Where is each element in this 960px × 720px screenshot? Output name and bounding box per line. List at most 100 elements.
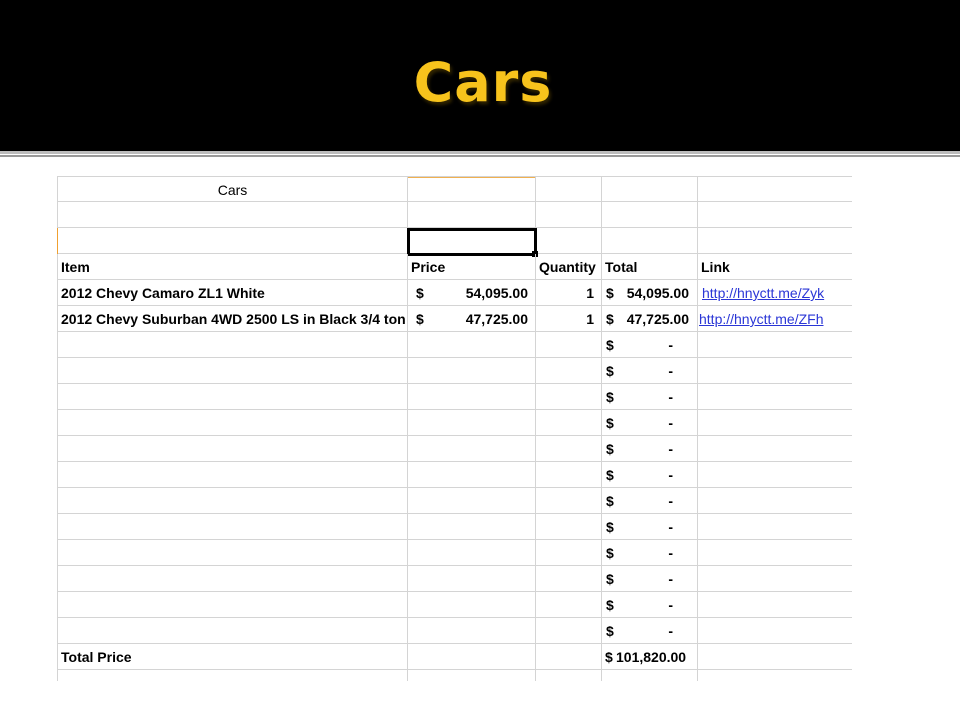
cell[interactable] — [602, 176, 698, 202]
cell[interactable] — [57, 592, 408, 618]
cell[interactable] — [408, 670, 536, 681]
cell[interactable] — [408, 514, 536, 540]
cell[interactable] — [602, 670, 698, 681]
quantity-cell[interactable]: 1 — [536, 280, 602, 306]
cell[interactable] — [57, 488, 408, 514]
total-cell[interactable]: $ - — [602, 462, 698, 488]
cell[interactable] — [698, 202, 852, 228]
cell[interactable] — [536, 462, 602, 488]
cell[interactable] — [698, 566, 852, 592]
header-item[interactable]: Item — [57, 254, 408, 280]
cell[interactable] — [408, 384, 536, 410]
cell[interactable] — [536, 514, 602, 540]
total-cell[interactable]: $ - — [602, 540, 698, 566]
total-cell[interactable]: $ - — [602, 410, 698, 436]
cell[interactable] — [408, 176, 536, 202]
cell[interactable] — [408, 488, 536, 514]
cell[interactable] — [536, 332, 602, 358]
cell[interactable] — [57, 228, 408, 254]
cell[interactable] — [57, 540, 408, 566]
cell[interactable] — [408, 332, 536, 358]
cell[interactable] — [57, 618, 408, 644]
quantity-cell[interactable]: 1 — [536, 306, 602, 332]
header-price[interactable]: Price — [408, 254, 536, 280]
cell[interactable] — [408, 462, 536, 488]
cell[interactable] — [57, 462, 408, 488]
item-name[interactable]: 2012 Chevy Camaro ZL1 White — [57, 280, 408, 306]
cell[interactable] — [57, 358, 408, 384]
cell[interactable] — [698, 462, 852, 488]
cell[interactable] — [536, 592, 602, 618]
cell[interactable] — [57, 566, 408, 592]
cell[interactable] — [57, 670, 408, 681]
cell[interactable] — [536, 618, 602, 644]
total-cell[interactable]: $ - — [602, 332, 698, 358]
cell[interactable] — [57, 410, 408, 436]
cell[interactable] — [57, 384, 408, 410]
cell[interactable] — [698, 488, 852, 514]
cell[interactable] — [57, 436, 408, 462]
cell[interactable] — [698, 384, 852, 410]
cell[interactable] — [698, 592, 852, 618]
cell[interactable] — [698, 514, 852, 540]
total-cell[interactable]: $ 54,095.00 — [602, 280, 698, 306]
total-price-label[interactable]: Total Price — [57, 644, 408, 670]
cell[interactable] — [602, 202, 698, 228]
cell[interactable] — [408, 540, 536, 566]
total-cell[interactable]: $ - — [602, 514, 698, 540]
total-cell[interactable]: $ - — [602, 488, 698, 514]
cell[interactable] — [536, 228, 602, 254]
cell[interactable] — [536, 670, 602, 681]
grand-total-cell[interactable]: $ 101,820.00 — [602, 644, 698, 670]
cell[interactable] — [602, 228, 698, 254]
total-cell[interactable]: $ 47,725.00 — [602, 306, 698, 332]
cell[interactable] — [698, 332, 852, 358]
header-link[interactable]: Link — [698, 254, 852, 280]
cell[interactable] — [536, 566, 602, 592]
item-name[interactable]: 2012 Chevy Suburban 4WD 2500 LS in Black… — [57, 306, 408, 332]
cell[interactable] — [536, 644, 602, 670]
link-cell[interactable]: http://hnyctt.me/ZFh — [698, 306, 852, 332]
total-cell[interactable]: $ - — [602, 436, 698, 462]
cell[interactable] — [57, 202, 408, 228]
total-cell[interactable]: $ - — [602, 592, 698, 618]
cell[interactable] — [536, 358, 602, 384]
cell-caption[interactable]: Cars — [57, 176, 408, 202]
cell[interactable] — [698, 644, 852, 670]
link-cell[interactable]: http://hnyctt.me/Zyk — [698, 280, 852, 306]
cell[interactable] — [698, 436, 852, 462]
cell[interactable] — [698, 618, 852, 644]
cell[interactable] — [698, 670, 852, 681]
cell[interactable] — [698, 228, 852, 254]
total-cell[interactable]: $ - — [602, 384, 698, 410]
cell[interactable] — [408, 644, 536, 670]
price-cell[interactable]: $ 54,095.00 — [408, 280, 536, 306]
price-cell[interactable]: $ 47,725.00 — [408, 306, 536, 332]
cell[interactable] — [536, 384, 602, 410]
cell[interactable] — [408, 618, 536, 644]
cell[interactable] — [698, 358, 852, 384]
total-cell[interactable]: $ - — [602, 566, 698, 592]
header-quantity[interactable]: Quantity — [536, 254, 602, 280]
cell[interactable] — [698, 176, 852, 202]
cell[interactable] — [698, 410, 852, 436]
cell[interactable] — [536, 410, 602, 436]
selected-cell-border[interactable] — [407, 228, 537, 256]
cell[interactable] — [536, 202, 602, 228]
cell[interactable] — [57, 332, 408, 358]
cell[interactable] — [57, 514, 408, 540]
total-cell[interactable]: $ - — [602, 618, 698, 644]
header-total[interactable]: Total — [602, 254, 698, 280]
total-cell[interactable]: $ - — [602, 358, 698, 384]
cell[interactable] — [408, 202, 536, 228]
cell[interactable] — [536, 488, 602, 514]
cell[interactable] — [408, 566, 536, 592]
cell[interactable] — [536, 436, 602, 462]
cell[interactable] — [536, 176, 602, 202]
cell[interactable] — [408, 410, 536, 436]
cell[interactable] — [698, 540, 852, 566]
cell[interactable] — [536, 540, 602, 566]
cell[interactable] — [408, 592, 536, 618]
cell[interactable] — [408, 358, 536, 384]
cell[interactable] — [408, 436, 536, 462]
